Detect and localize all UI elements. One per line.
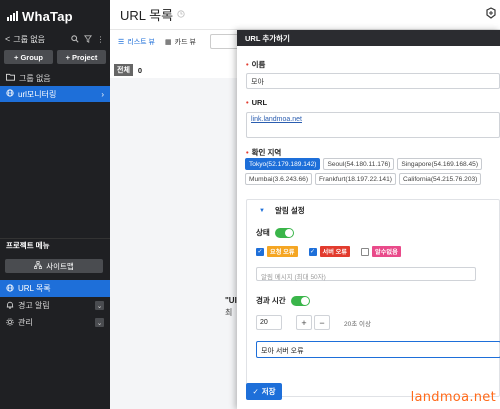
checkbox-request-error[interactable]: ✓: [256, 247, 264, 256]
globe-icon: [6, 283, 14, 294]
sidebar-item-manage[interactable]: 관리 ⌄: [0, 314, 110, 331]
name-label-text: 이름: [251, 60, 266, 69]
sidebar-item-label: 경고 알림: [18, 301, 50, 310]
sidebar-item-alerts[interactable]: 경고 알림 ⌄: [0, 297, 110, 314]
add-project-label: Project: [71, 52, 98, 62]
back-icon[interactable]: <: [5, 34, 10, 44]
plus-icon: +: [65, 52, 70, 62]
card-icon: ▦: [165, 39, 172, 46]
region-singapore[interactable]: Singapore(54.169.168.45): [397, 158, 483, 170]
list-icon: ☰: [118, 39, 125, 46]
sidebar-item-label: 그룹 없음: [19, 73, 51, 83]
panel-title: URL 추가하기: [237, 30, 500, 46]
request-error-badge: 요청 오류: [267, 246, 298, 257]
add-project-button[interactable]: + Project: [57, 50, 106, 64]
alert-settings-section: ▼ 알림 설정 상태 ✓ 요청 오류 ✓ 서버 오류 알수없음 알림 메시지 (…: [246, 199, 500, 397]
region-tokyo[interactable]: Tokyo(52.179.189.142): [245, 158, 321, 170]
save-button[interactable]: ✓ 저장: [246, 383, 282, 400]
tab-label: 카드 뷰: [174, 39, 196, 46]
sidebar: WhaTap < 그룹 없음 ⋮ + Group + Project 그룹 없음 u…: [0, 0, 110, 409]
logo[interactable]: WhaTap: [0, 0, 110, 32]
collapse-triangle-icon: ▼: [259, 207, 265, 214]
empty-message-body: 최: [225, 308, 233, 317]
sidebar-item-url-monitoring[interactable]: url모니터링 ›: [0, 86, 110, 102]
region-frankfurt[interactable]: Frankfurt(18.197.22.141): [315, 173, 396, 185]
elapsed-label: 경과 시간: [256, 296, 286, 305]
expand-icon[interactable]: ⌄: [95, 318, 104, 327]
region-seoul[interactable]: Seoul(54.180.11.176): [323, 158, 395, 170]
status-row: 상태: [256, 227, 294, 238]
region-california[interactable]: California(54.215.76.203): [398, 173, 482, 185]
brand-icon[interactable]: [484, 6, 498, 20]
expand-icon[interactable]: ⌄: [95, 301, 104, 310]
sitemap-label: 사이트맵: [46, 261, 74, 271]
tab-card-view[interactable]: ▦ 카드 뷰: [165, 37, 196, 47]
logo-text: WhaTap: [22, 8, 73, 24]
increment-button[interactable]: +: [296, 315, 312, 330]
clock-icon[interactable]: [177, 9, 185, 20]
status-toggle[interactable]: [274, 227, 294, 238]
elapsed-stepper: 20 + − 20초 이상: [256, 315, 371, 330]
filter-count: 0: [137, 65, 143, 75]
url-field[interactable]: link.landmoa.net: [246, 112, 500, 138]
group-name: 그룹 없음: [13, 34, 45, 44]
region-mumbai[interactable]: Mumbai(3.6.243.66): [245, 173, 313, 185]
server-error-badge: 서버 오류: [319, 246, 350, 257]
sidebar-item-no-group[interactable]: 그룹 없음: [0, 70, 110, 86]
check-icon: ✓: [252, 387, 259, 396]
region-list: Tokyo(52.179.189.142) Seoul(54.180.11.17…: [245, 158, 500, 185]
error-type-checks: ✓ 요청 오류 ✓ 서버 오류 알수없음: [256, 246, 409, 257]
filter-tag-all[interactable]: 전체: [114, 64, 133, 76]
name-label: • 이름: [246, 60, 266, 69]
watermark: landmoa.net: [410, 390, 496, 405]
gear-icon: [6, 317, 14, 328]
tab-list-view[interactable]: ☰ 리스트 뷰: [118, 37, 155, 47]
alert-settings-header[interactable]: ▼ 알림 설정: [259, 205, 305, 216]
elapsed-value-input[interactable]: 20: [256, 315, 282, 330]
region-label: • 확인 지역: [246, 148, 282, 157]
page-title: URL 목록: [120, 8, 174, 23]
tab-label: 리스트 뷰: [127, 39, 155, 46]
sitemap-icon: [34, 261, 43, 271]
add-url-panel: URL 추가하기 • 이름 모아 • URL link.landmoa.net • 확…: [237, 30, 500, 409]
alert-message-input[interactable]: 알림 메시지 (최대 50자): [256, 267, 476, 281]
sidebar-item-url-list[interactable]: URL 목록: [0, 280, 110, 297]
name-field[interactable]: 모아: [246, 73, 500, 89]
search-icon[interactable]: [70, 34, 79, 44]
logo-bars-icon: [7, 11, 18, 21]
more-icon[interactable]: ⋮: [96, 35, 105, 44]
elapsed-toggle[interactable]: [290, 295, 310, 306]
sitemap-button[interactable]: 사이트맵: [5, 259, 103, 273]
group-selector[interactable]: < 그룹 없음 ⋮: [0, 32, 110, 46]
checkbox-server-error[interactable]: ✓: [308, 247, 317, 256]
sidebar-item-label: 관리: [18, 318, 33, 327]
sidebar-item-label: URL 목록: [18, 284, 51, 293]
elapsed-row: 경과 시간: [256, 295, 310, 306]
alert-settings-title: 알림 설정: [274, 206, 305, 215]
page-header: URL 목록: [110, 0, 500, 30]
bell-icon: [6, 301, 14, 311]
save-label: 저장: [261, 387, 276, 396]
chevron-right-icon: ›: [101, 89, 104, 99]
unknown-badge: 알수없음: [372, 246, 401, 257]
empty-message-title: "UI: [225, 296, 237, 305]
add-group-button[interactable]: + Group: [4, 50, 53, 64]
status-label: 상태: [256, 228, 270, 237]
globe-icon: [6, 89, 14, 99]
region-label-text: 확인 지역: [251, 148, 282, 157]
folder-icon: [6, 73, 15, 83]
decrement-button[interactable]: −: [314, 315, 330, 330]
alert-message-field[interactable]: 모아 서버 오류: [256, 341, 500, 358]
checkbox-unknown[interactable]: [361, 247, 369, 256]
url-label: • URL: [246, 98, 268, 107]
filter-icon[interactable]: [83, 34, 92, 44]
elapsed-hint: 20초 이상: [344, 320, 371, 328]
plus-icon: +: [14, 52, 19, 62]
project-menu-title: 프로젝트 메뉴: [0, 238, 110, 252]
url-label-text: URL: [251, 98, 268, 107]
sidebar-item-label: url모니터링: [18, 89, 57, 99]
add-group-label: Group: [20, 52, 43, 62]
